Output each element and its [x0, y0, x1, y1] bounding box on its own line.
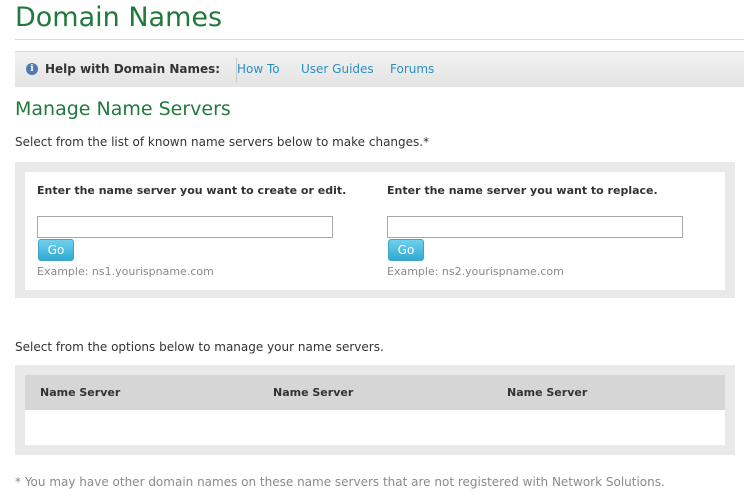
name-server-edit-inner: Enter the name server you want to create…	[25, 172, 725, 290]
name-server-table: Name Server Name Server Name Server	[15, 365, 735, 455]
how-to-link[interactable]: How To	[237, 62, 280, 76]
footnote: * You may have other domain names on the…	[15, 475, 665, 489]
intro-text: Select from the list of known name serve…	[15, 135, 430, 149]
create-name-server-input[interactable]	[37, 216, 333, 238]
help-bar: i Help with Domain Names: How To User Gu…	[15, 51, 744, 87]
name-server-edit-panel: Enter the name server you want to create…	[15, 162, 735, 298]
user-guides-link[interactable]: User Guides	[301, 62, 374, 76]
replace-go-button[interactable]: Go	[388, 239, 424, 261]
column-header-name-server-2: Name Server	[273, 386, 354, 399]
create-go-button[interactable]: Go	[38, 239, 74, 261]
table-body-empty	[25, 410, 725, 445]
replace-field-label: Enter the name server you want to replac…	[387, 184, 658, 197]
replace-name-server-input[interactable]	[387, 216, 683, 238]
section-title: Manage Name Servers	[15, 98, 231, 120]
forums-link[interactable]: Forums	[390, 62, 434, 76]
replace-example-text: Example: ns2.yourispname.com	[387, 265, 564, 278]
info-icon: i	[26, 63, 38, 75]
options-intro-text: Select from the options below to manage …	[15, 340, 384, 354]
page-title: Domain Names	[15, 2, 223, 33]
column-header-name-server-1: Name Server	[40, 386, 121, 399]
create-field-label: Enter the name server you want to create…	[37, 184, 347, 197]
table-header: Name Server Name Server Name Server	[25, 375, 725, 410]
create-example-text: Example: ns1.yourispname.com	[37, 265, 214, 278]
help-label: Help with Domain Names:	[45, 62, 221, 76]
column-header-name-server-3: Name Server	[507, 386, 588, 399]
title-divider	[15, 39, 744, 40]
